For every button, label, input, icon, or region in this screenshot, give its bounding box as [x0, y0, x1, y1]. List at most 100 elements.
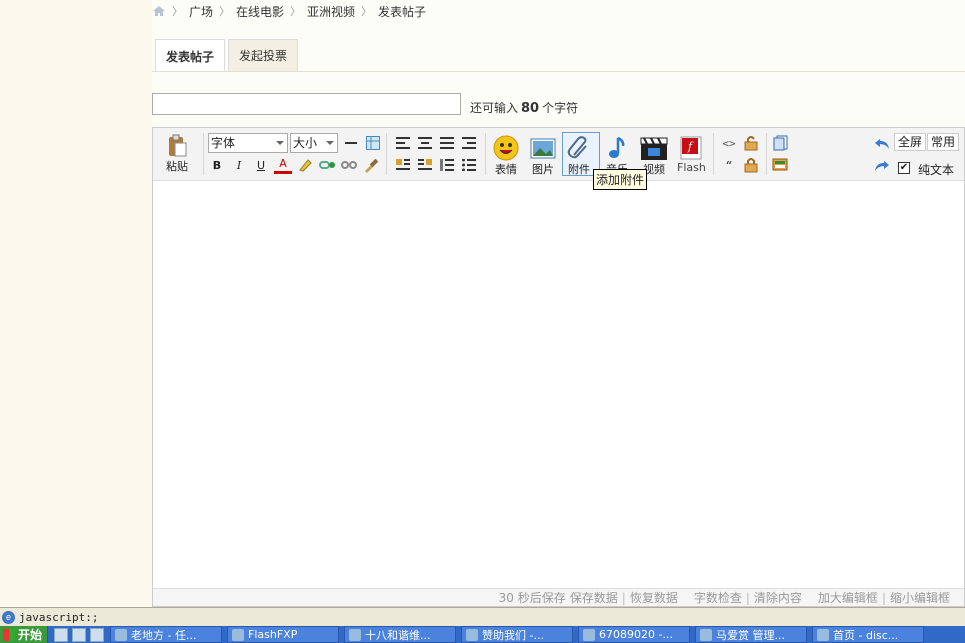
- window-icon: [232, 628, 244, 641]
- title-input[interactable]: [152, 93, 461, 115]
- float-left-icon: [396, 159, 410, 170]
- flash-icon: f: [680, 136, 702, 160]
- window-icon: [817, 628, 829, 641]
- paperclip-icon: [567, 136, 587, 159]
- taskbar-window[interactable]: 十八和谐维...: [344, 626, 456, 643]
- shrink-editor-link[interactable]: 缩小编辑框: [890, 589, 950, 606]
- plaintext-label[interactable]: 纯文本: [918, 161, 954, 178]
- breadcrumb-item[interactable]: 亚洲视频: [307, 3, 355, 20]
- start-button[interactable]: 开始: [0, 626, 48, 643]
- toolbar-divider: [203, 133, 204, 175]
- underline-button[interactable]: U: [252, 156, 270, 174]
- fullscreen-button[interactable]: 全屏: [894, 133, 927, 151]
- counter-prefix: 还可输入: [470, 101, 519, 115]
- autosave-countdown: 30 秒后保存: [498, 591, 566, 605]
- smiley-icon: [493, 135, 519, 161]
- counter-value: 80: [521, 101, 540, 116]
- music-note-icon: [609, 136, 625, 158]
- highlight-button[interactable]: [296, 156, 314, 174]
- attachment-tooltip: 添加附件: [593, 169, 648, 190]
- font-color-button[interactable]: A: [274, 156, 292, 174]
- clear-format-button[interactable]: [362, 156, 380, 174]
- taskbar-window[interactable]: 马爱赏 管理...: [695, 626, 807, 643]
- table-button[interactable]: [364, 134, 382, 152]
- template-icon: [772, 158, 788, 171]
- common-button[interactable]: 常用: [927, 133, 960, 151]
- ordered-list-button[interactable]: [438, 156, 456, 174]
- password-button[interactable]: [742, 156, 760, 174]
- breadcrumb-current: 发表帖子: [378, 4, 427, 19]
- quote-icon: “: [725, 158, 733, 172]
- paste-label: 粘贴: [166, 160, 188, 173]
- save-data-link[interactable]: 保存数据: [570, 589, 618, 606]
- home-icon[interactable]: [152, 5, 166, 17]
- align-right-icon: [462, 137, 476, 149]
- taskbar-window-label: 十八和谐维...: [365, 628, 431, 642]
- align-right-button[interactable]: [460, 134, 478, 152]
- unlink-icon: [341, 161, 357, 169]
- font-select[interactable]: 字体: [208, 133, 288, 153]
- image-button[interactable]: 图片: [530, 135, 556, 177]
- float-right-button[interactable]: [416, 156, 434, 174]
- chevron-down-icon: [276, 141, 284, 145]
- taskbar-window-label: 赞助我们 -...: [482, 628, 544, 642]
- quick-launch: [48, 626, 110, 643]
- restore-data-link[interactable]: 恢复数据: [630, 589, 678, 606]
- align-left-button[interactable]: [394, 134, 412, 152]
- emoticon-button[interactable]: 表情: [493, 135, 519, 177]
- font-select-value: 字体: [211, 136, 236, 150]
- attachment-button[interactable]: 附件: [566, 135, 592, 177]
- tab-new-poll[interactable]: 发起投票: [228, 39, 299, 71]
- redo-button[interactable]: [873, 157, 891, 175]
- editor-textarea[interactable]: [153, 182, 964, 588]
- desktop-quicklaunch-icon[interactable]: [90, 627, 104, 642]
- taskbar-window[interactable]: 首页 - disc...: [812, 626, 924, 643]
- size-select[interactable]: 大小: [290, 133, 338, 153]
- taskbar-window[interactable]: 赞助我们 -...: [461, 626, 573, 643]
- flash-button[interactable]: f Flash: [677, 135, 706, 174]
- insert-template-button[interactable]: [772, 156, 790, 174]
- unlink-button[interactable]: [340, 156, 358, 174]
- code-button[interactable]: <>: [720, 134, 738, 152]
- plaintext-checkbox[interactable]: ✔: [898, 162, 910, 174]
- taskbar-window-label: 老地方 - 任...: [131, 628, 197, 642]
- save-quicklaunch-icon[interactable]: [72, 627, 86, 642]
- flash-label: Flash: [677, 161, 706, 174]
- breadcrumb-item[interactable]: 广场: [189, 3, 213, 20]
- align-left-icon: [396, 137, 410, 149]
- windows-logo-icon: [3, 628, 15, 641]
- align-center-button[interactable]: [416, 134, 434, 152]
- align-justify-button[interactable]: [438, 134, 456, 152]
- image-icon: [530, 138, 556, 159]
- taskbar-window[interactable]: 老地方 - 任...: [110, 626, 222, 643]
- document-icon: [773, 135, 788, 151]
- breadcrumb: 〉 广场 〉 在线电影 〉 亚洲视频 〉 发表帖子: [152, 2, 426, 20]
- bold-button[interactable]: B: [208, 156, 226, 174]
- taskbar-window[interactable]: 67089020 -...: [578, 626, 690, 643]
- horizontal-rule-button[interactable]: [342, 134, 360, 152]
- window-icon: [583, 628, 595, 641]
- page-break-button[interactable]: [772, 134, 790, 152]
- undo-button[interactable]: [873, 135, 891, 153]
- clear-content-link[interactable]: 清除内容: [754, 589, 802, 606]
- hide-content-button[interactable]: [742, 134, 760, 152]
- tab-new-post[interactable]: 发表帖子: [155, 39, 226, 72]
- chevron-down-icon: [326, 141, 334, 145]
- italic-button[interactable]: I: [230, 156, 248, 174]
- taskbar-window[interactable]: FlashFXP: [227, 626, 339, 643]
- breadcrumb-item[interactable]: 在线电影: [236, 3, 284, 20]
- word-count-link[interactable]: 字数检查: [694, 589, 742, 606]
- quote-button[interactable]: “: [720, 156, 738, 174]
- editor-toolbar: 粘贴 字体 大小 B I U A 表情 图片 附件 视频 f Flash <> …: [153, 128, 964, 181]
- redo-icon: [875, 161, 889, 171]
- size-select-value: 大小: [293, 136, 318, 150]
- window-icon: [700, 628, 712, 641]
- ie-page-icon: e: [2, 610, 15, 624]
- paste-button[interactable]: 粘贴: [165, 134, 189, 174]
- link-button[interactable]: [318, 156, 336, 174]
- unordered-list-button[interactable]: [460, 156, 478, 174]
- enlarge-editor-link[interactable]: 加大编辑框: [818, 589, 878, 606]
- float-left-button[interactable]: [394, 156, 412, 174]
- separator: |: [881, 590, 886, 605]
- ie-quicklaunch-icon[interactable]: [54, 627, 68, 642]
